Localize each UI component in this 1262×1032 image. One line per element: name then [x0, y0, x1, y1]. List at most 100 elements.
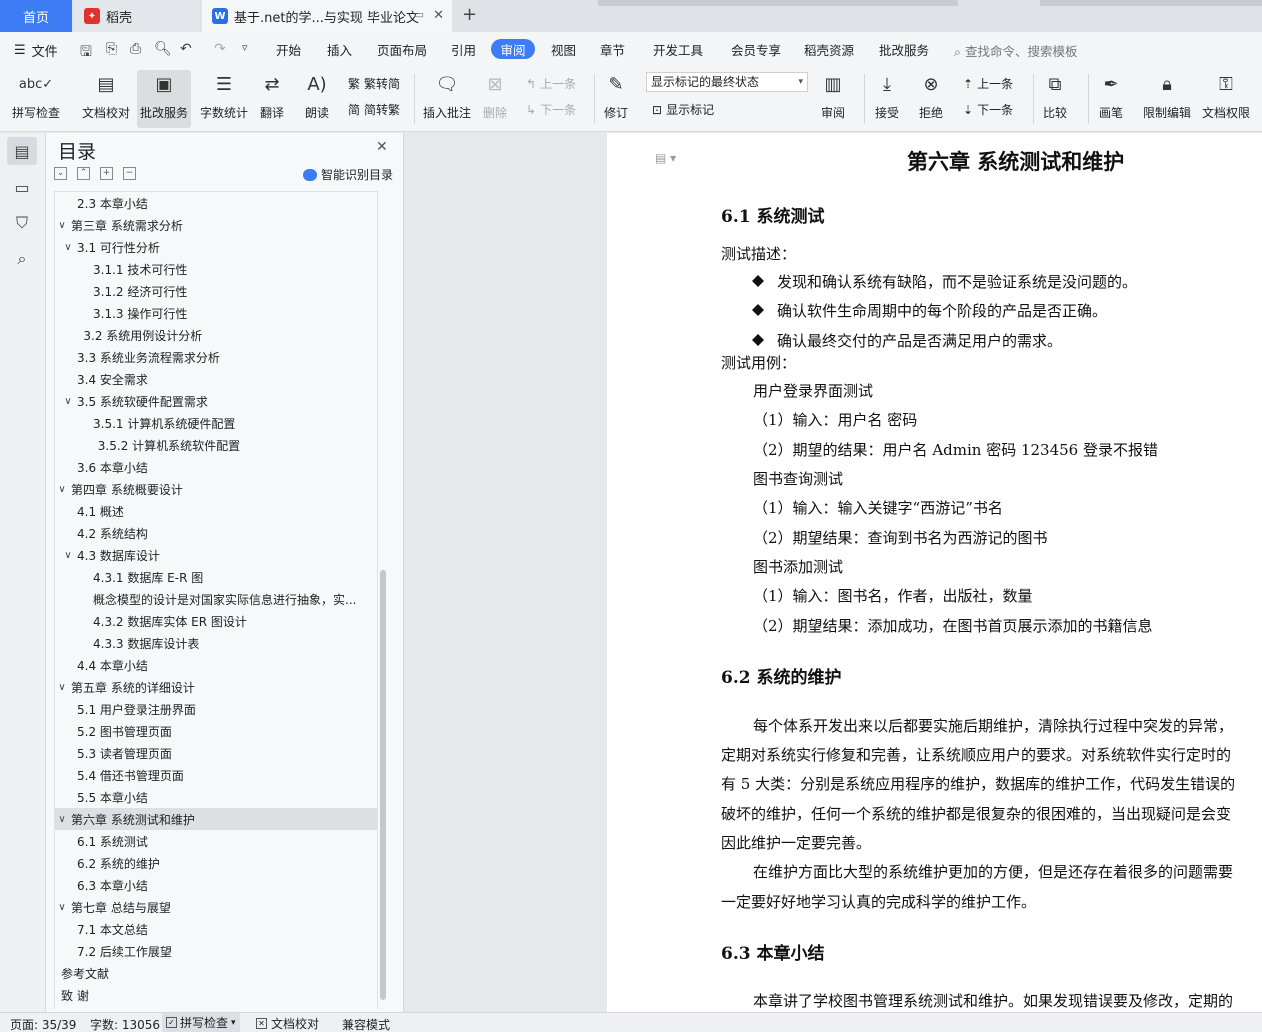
outline-item[interactable]: 概念模型的设计是对国家实际信息进行抽象，实...: [55, 588, 377, 610]
expand-up-icon[interactable]: ⌃: [77, 167, 90, 180]
delete-comment-button[interactable]: ⊠ 删除: [482, 70, 508, 121]
outline-item[interactable]: 3.3 系统业务流程需求分析: [55, 346, 377, 368]
translate-button[interactable]: ⇄ 翻译: [259, 70, 285, 121]
tab-view[interactable]: 视图: [551, 40, 576, 59]
chevron-down-icon[interactable]: ∨: [61, 396, 75, 407]
tab-document[interactable]: W 基于.net的学...与实现 毕业论文 ▭ ✕: [202, 0, 452, 32]
markup-state-select[interactable]: 显示标记的最终状态 ▾: [646, 72, 808, 92]
status-proofread[interactable]: ✕ 文档校对: [256, 1015, 319, 1032]
outline-item[interactable]: 2.3 本章小结: [55, 192, 377, 214]
outline-item[interactable]: 3.5.2 计算机系统软件配置: [55, 434, 377, 456]
outline-item[interactable]: ∨ 第五章 系统的详细设计: [55, 676, 377, 698]
close-tab-icon[interactable]: ✕: [433, 8, 444, 23]
tab-correction-service[interactable]: 批改服务: [879, 40, 929, 59]
save-icon[interactable]: 🖫: [80, 41, 92, 65]
file-menu[interactable]: ☰ 文件: [14, 41, 58, 60]
chevron-down-icon[interactable]: ∨: [55, 220, 69, 231]
outline-item[interactable]: 5.5 本章小结: [55, 786, 377, 808]
accept-button[interactable]: ⤓ 接受: [874, 70, 900, 121]
outline-item[interactable]: 4.2 系统结构: [55, 522, 377, 544]
command-search[interactable]: ⌕ 查找命令、搜索模板: [954, 41, 1078, 60]
outline-item[interactable]: ∨ 第四章 系统概要设计: [55, 478, 377, 500]
chevron-down-icon[interactable]: ∨: [61, 550, 75, 561]
outline-item[interactable]: ∨ 3.5 系统软硬件配置需求: [55, 390, 377, 412]
outline-item[interactable]: 5.3 读者管理页面: [55, 742, 377, 764]
word-count-button[interactable]: ☰ 字数统计: [200, 70, 248, 121]
outline-item[interactable]: 6.1 系统测试: [55, 830, 377, 852]
collapse-all-icon[interactable]: ⌄: [54, 167, 67, 180]
tab-daoke-resources[interactable]: 稻壳资源: [804, 40, 854, 59]
chevron-down-icon[interactable]: ∨: [61, 242, 75, 253]
show-markup-button[interactable]: ⊡ 显示标记: [652, 101, 714, 118]
pen-button[interactable]: ✒ 画笔: [1098, 70, 1124, 121]
outline-item[interactable]: 5.2 图书管理页面: [55, 720, 377, 742]
tab-page-layout[interactable]: 页面布局: [377, 40, 427, 59]
chapter-nav-icon[interactable]: ▭: [7, 173, 37, 201]
tab-daoke[interactable]: ✦ 稻壳: [74, 0, 200, 32]
outline-item[interactable]: 3.5.1 计算机系统硬件配置: [55, 412, 377, 434]
spell-check-button[interactable]: abc✓ 拼写检查: [12, 70, 60, 121]
outline-scrollbar[interactable]: [380, 570, 386, 1000]
word-count-indicator[interactable]: 字数: 13056: [90, 1016, 160, 1032]
doc-check-button[interactable]: ▤ 文档校对: [82, 70, 130, 121]
outline-item[interactable]: 5.1 用户登录注册界面: [55, 698, 377, 720]
outline-nav-icon[interactable]: ▤: [7, 137, 37, 165]
compare-button[interactable]: ⧉ 比较: [1042, 70, 1068, 121]
outline-item[interactable]: 6.3 本章小结: [55, 874, 377, 896]
chevron-down-icon[interactable]: ∨: [55, 682, 69, 693]
review-pane-button[interactable]: ▥ 审阅: [820, 70, 846, 121]
quick-access-dropdown-icon[interactable]: ▿: [242, 41, 248, 54]
outline-item[interactable]: 参考文献: [55, 962, 377, 984]
outline-item[interactable]: 3.6 本章小结: [55, 456, 377, 478]
print-preview-icon[interactable]: 🔍︎: [154, 41, 172, 57]
outline-item[interactable]: 7.1 本文总结: [55, 918, 377, 940]
restrict-edit-button[interactable]: 🔒︎ 限制编辑: [1143, 70, 1191, 121]
outline-item[interactable]: ∨ 第六章 系统测试和维护: [55, 808, 377, 830]
print-icon[interactable]: ⎙: [130, 41, 141, 57]
outline-item[interactable]: 4.4 本章小结: [55, 654, 377, 676]
tab-insert[interactable]: 插入: [327, 40, 352, 59]
outline-item[interactable]: 致 谢: [55, 984, 377, 1006]
next-comment-button[interactable]: ↳ 下一条: [526, 101, 576, 118]
add-heading-icon[interactable]: +: [100, 167, 113, 180]
outline-item[interactable]: ∨ 第三章 系统需求分析: [55, 214, 377, 236]
outline-item[interactable]: 4.3.2 数据库实体 ER 图设计: [55, 610, 377, 632]
read-aloud-button[interactable]: A) 朗读: [304, 70, 330, 121]
chevron-down-icon[interactable]: ∨: [55, 902, 69, 913]
tab-member[interactable]: 会员专享: [731, 40, 781, 59]
chevron-down-icon[interactable]: ∨: [55, 484, 69, 495]
export-pdf-icon[interactable]: ⎘: [106, 41, 117, 57]
prev-change-button[interactable]: ⇡ 上一条: [963, 75, 1013, 92]
outline-item[interactable]: ∨ 3.1 可行性分析: [55, 236, 377, 258]
insert-comment-button[interactable]: 🗨 插入批注: [423, 70, 471, 121]
chevron-down-icon[interactable]: ∨: [55, 814, 69, 825]
doc-permission-button[interactable]: ⚿ 文档权限: [1202, 70, 1250, 121]
outline-item[interactable]: 4.3.3 数据库设计表: [55, 632, 377, 654]
new-tab-plus-icon[interactable]: +: [462, 4, 477, 25]
outline-item[interactable]: 3.4 安全需求: [55, 368, 377, 390]
tab-start[interactable]: 开始: [276, 40, 301, 59]
undo-icon[interactable]: ↶: [180, 41, 192, 57]
redo-icon[interactable]: ↷: [214, 41, 226, 57]
outline-item[interactable]: 3.1.1 技术可行性: [55, 258, 377, 280]
tab-home[interactable]: 首页: [0, 0, 72, 32]
simp-to-trad-button[interactable]: 简简转繁: [348, 101, 400, 118]
find-icon[interactable]: ⌕: [7, 245, 37, 273]
prev-comment-button[interactable]: ↰ 上一条: [526, 75, 576, 92]
outline-item[interactable]: 7.2 后续工作展望: [55, 940, 377, 962]
status-spell-check[interactable]: ✓ 拼写检查 ▾: [162, 1013, 240, 1032]
tab-references[interactable]: 引用: [451, 40, 476, 59]
reject-button[interactable]: ⊗ 拒绝: [918, 70, 944, 121]
bookmark-icon[interactable]: ⛉: [7, 209, 37, 237]
page-options-icon[interactable]: ▤ ▾: [655, 151, 676, 165]
close-icon[interactable]: ✕: [376, 139, 388, 155]
outline-item[interactable]: ∨ 第七章 总结与展望: [55, 896, 377, 918]
trad-to-simp-button[interactable]: 繁繁转简: [348, 75, 400, 92]
remove-heading-icon[interactable]: −: [123, 167, 136, 180]
monitor-icon[interactable]: ▭: [414, 8, 424, 21]
page-indicator[interactable]: 页面: 35/39: [10, 1016, 76, 1032]
correction-service-button[interactable]: ▣ 批改服务: [137, 70, 192, 128]
outline-item[interactable]: 3.2 系统用例设计分析: [55, 324, 377, 346]
tab-developer[interactable]: 开发工具: [653, 40, 703, 59]
outline-item[interactable]: 4.1 概述: [55, 500, 377, 522]
